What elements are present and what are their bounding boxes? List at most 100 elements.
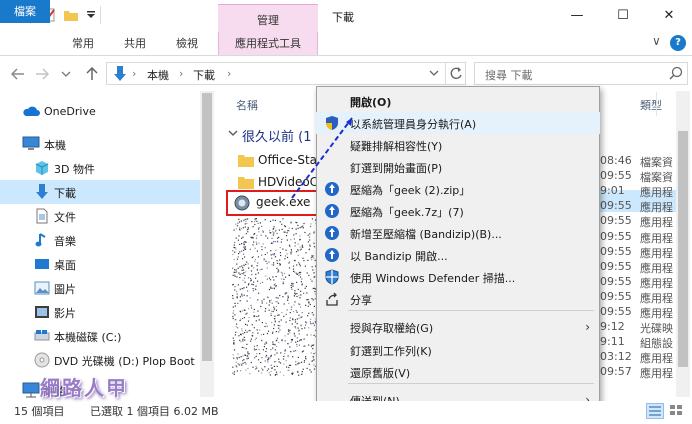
address-dropdown-chevron-icon[interactable]	[429, 66, 439, 83]
address-download-icon	[113, 66, 127, 85]
menu-separator	[348, 383, 594, 384]
maximize-button[interactable]: ☐	[600, 0, 646, 30]
status-item-count: 15 個項目	[14, 405, 65, 418]
file-type-cell: 應用程	[640, 352, 673, 366]
file-type-cell: 應用程	[640, 246, 673, 260]
modified-time-cell: 09:55	[600, 229, 632, 243]
group-collapse-chevron-icon[interactable]	[228, 128, 238, 141]
modified-time-cell: 09:55	[600, 305, 632, 318]
tab-application-tools[interactable]: 應用程式工具	[218, 32, 318, 55]
nav-item-music[interactable]: 音樂	[0, 228, 200, 252]
pointer-dashed-line	[291, 117, 353, 199]
up-arrow-icon[interactable]	[84, 65, 100, 83]
menu-item[interactable]: 新增至壓縮檔 (Bandizip)(B)...	[316, 222, 600, 244]
modified-time-cell: 09:55	[600, 244, 632, 258]
menu-item[interactable]: 開啟(O)	[316, 90, 600, 112]
menu-item[interactable]: 壓縮為「geek.7z」(7)	[316, 200, 600, 222]
details-view-button[interactable]	[646, 403, 664, 419]
file-type-cell: 檔案資	[640, 156, 673, 169]
new-folder-icon[interactable]	[62, 6, 80, 24]
minimize-button[interactable]: —	[554, 0, 600, 30]
nav-item-3d-objects[interactable]: 3D 物件	[0, 156, 200, 180]
download-icon	[34, 184, 50, 200]
nav-item-desktop[interactable]: 桌面	[0, 252, 200, 276]
nav-item-local-disk[interactable]: 本機磁碟 (C:)	[0, 324, 200, 348]
nav-item-documents[interactable]: 文件	[0, 204, 200, 228]
nav-pane-scrollbar[interactable]	[200, 91, 214, 397]
modified-time-cell: 09:55	[600, 199, 632, 213]
menu-item-label: 壓縮為「geek (2).zip」	[350, 184, 471, 197]
menu-item[interactable]: 使用 Windows Defender 掃描...	[316, 266, 600, 288]
watermark-text: 綱路人甲	[40, 376, 128, 400]
nav-item-pictures[interactable]: 圖片	[0, 276, 200, 300]
file-list-scroll-thumb[interactable]	[678, 131, 688, 367]
menu-item-label: 壓縮為「geek.7z」(7)	[350, 206, 464, 219]
crumb-separator: ›	[179, 67, 184, 80]
menu-item[interactable]: 釘選到工作列(K)	[316, 339, 600, 361]
modified-time-cell: 9:11	[600, 335, 625, 349]
expand-ribbon-chevron-icon[interactable]: ∨	[652, 34, 661, 48]
column-divider	[656, 92, 657, 116]
tab-home[interactable]: 常用	[58, 32, 108, 55]
crumb-this-pc[interactable]: 本機	[147, 67, 169, 83]
file-type-cell: 應用程	[640, 276, 673, 290]
nav-item-videos[interactable]: 影片	[0, 300, 200, 324]
tab-view[interactable]: 檢視	[162, 32, 212, 55]
nav-item-this-pc[interactable]: 本機	[0, 132, 200, 156]
menu-item-label: 開啟(O)	[350, 96, 392, 109]
modified-time-cell: 09:55	[600, 289, 632, 303]
nav-item-onedrive[interactable]: OneDrive	[0, 100, 200, 124]
menu-item[interactable]: 授與存取權給(G) ›	[316, 316, 600, 338]
file-type-cell: 應用程	[640, 201, 673, 215]
menu-item[interactable]: 還原舊版(V)	[316, 361, 600, 383]
modified-time-cell: 09:55	[600, 169, 632, 183]
local-disk-icon	[34, 328, 50, 344]
share-icon	[324, 291, 340, 307]
refresh-icon[interactable]	[449, 66, 463, 83]
menu-item[interactable]: 以 Bandizip 開啟...	[316, 244, 600, 266]
pixelated-file-list-area	[232, 218, 316, 376]
menu-separator	[348, 310, 594, 311]
close-button[interactable]: ✕	[646, 0, 692, 30]
back-arrow-icon[interactable]	[10, 65, 26, 83]
search-box[interactable]: 搜尋 下載	[474, 62, 688, 85]
file-type-cell: 應用程	[640, 291, 673, 305]
dvd-drive-icon	[34, 352, 50, 368]
documents-icon	[34, 208, 50, 224]
nav-item-downloads[interactable]: 下載	[0, 180, 200, 204]
menu-item-label: 還原舊版(V)	[350, 367, 411, 380]
nav-scroll-thumb[interactable]	[202, 93, 212, 361]
forward-arrow-icon[interactable]	[34, 65, 50, 83]
help-icon[interactable]: ?	[670, 35, 686, 51]
file-list-scrollbar[interactable]	[676, 91, 690, 397]
file-type-cell: 應用程	[640, 261, 673, 275]
file-type-cell: 組態設	[640, 337, 673, 351]
file-type-cell: 應用程	[640, 367, 673, 381]
menu-item-label: 使用 Windows Defender 掃描...	[350, 272, 516, 285]
menu-item-label: 疑難排解相容性(Y)	[350, 140, 443, 153]
modified-time-cell: 03:12	[600, 350, 632, 364]
music-icon	[34, 232, 50, 248]
search-input[interactable]: 搜尋 下載	[485, 67, 533, 83]
modified-time-cell: 09:55	[600, 274, 632, 288]
tab-share[interactable]: 共用	[110, 32, 160, 55]
column-header-name[interactable]: 名稱	[236, 97, 258, 113]
tab-file[interactable]: 檔案	[0, 0, 50, 23]
column-header-type[interactable]: 類型	[640, 97, 662, 113]
recent-locations-chevron-icon[interactable]	[58, 65, 74, 83]
crumb-downloads[interactable]: 下載	[193, 67, 215, 83]
file-type-cell: 檔案資	[640, 171, 673, 185]
customize-toolbar-dropdown-icon[interactable]	[82, 6, 100, 24]
menu-item-label: 釘選到工作列(K)	[350, 345, 432, 358]
search-icon[interactable]	[669, 66, 683, 83]
menu-item[interactable]: 分享	[316, 288, 600, 310]
onedrive-cloud-icon	[22, 104, 40, 120]
address-bar[interactable]: › 本機 › 下載 ›	[106, 62, 466, 85]
bandizip-icon	[324, 203, 340, 219]
menu-item-label: 新增至壓縮檔 (Bandizip)(B)...	[350, 228, 502, 241]
large-icons-view-button[interactable]	[668, 403, 686, 419]
pictures-icon	[34, 280, 50, 296]
nav-item-dvd-drive[interactable]: DVD 光碟機 (D:) Plop Boot	[0, 348, 200, 372]
modified-time-cell: 9:01	[600, 184, 625, 198]
file-type-cell: 應用程	[640, 216, 673, 230]
